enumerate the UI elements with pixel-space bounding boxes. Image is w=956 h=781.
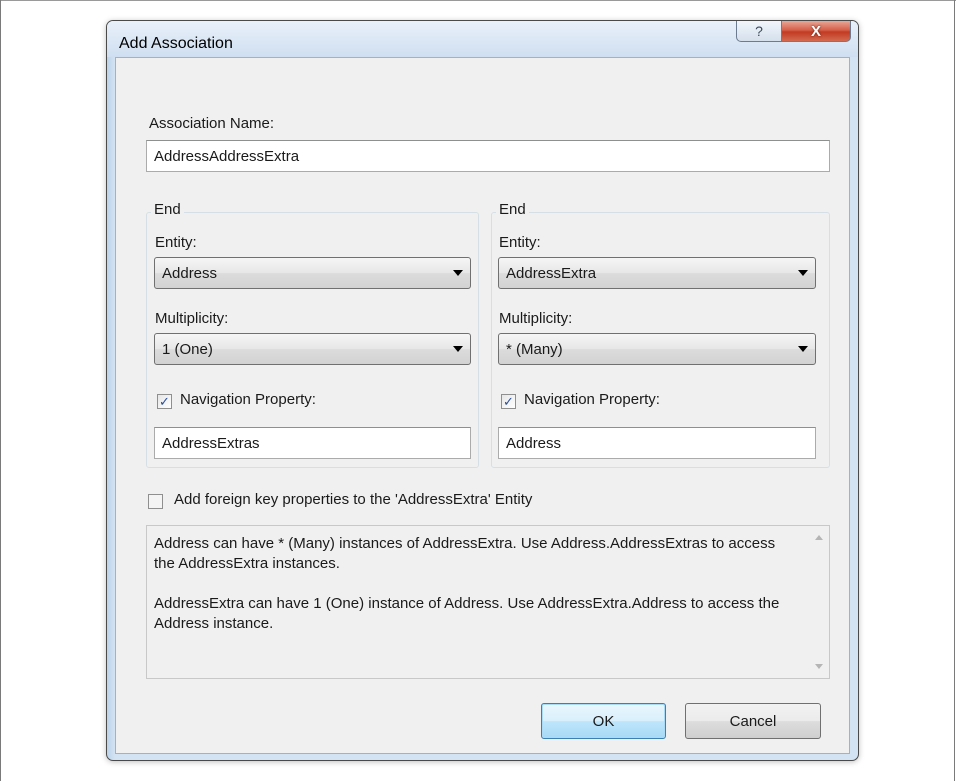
- entity-label-left: Entity:: [155, 234, 197, 251]
- add-association-dialog: Add Association ? X Association Name: Ad…: [106, 20, 859, 761]
- association-description-box[interactable]: Address can have * (Many) instances of A…: [146, 525, 830, 679]
- description-line-2: AddressExtra can have 1 (One) instance o…: [154, 595, 780, 632]
- description-line-1: Address can have * (Many) instances of A…: [154, 535, 776, 572]
- cancel-button[interactable]: Cancel: [685, 703, 821, 739]
- association-name-label: Association Name:: [149, 115, 275, 132]
- title-bar[interactable]: Add Association ? X: [107, 21, 858, 57]
- chevron-down-icon: [798, 346, 808, 352]
- description-scrollbar[interactable]: [810, 527, 828, 677]
- navigation-property-label-right: Navigation Property:: [524, 391, 660, 408]
- navigation-property-value-left: AddressExtras: [162, 434, 260, 452]
- close-button[interactable]: X: [781, 21, 851, 42]
- multiplicity-select-right[interactable]: * (Many): [498, 333, 816, 365]
- entity-select-left-value: Address: [162, 264, 218, 282]
- chevron-down-icon: [453, 346, 463, 352]
- multiplicity-label-left: Multiplicity:: [155, 310, 229, 327]
- scroll-down-arrow-icon[interactable]: [815, 664, 823, 669]
- help-icon: ?: [755, 23, 763, 39]
- dialog-title: Add Association: [119, 35, 233, 52]
- help-button[interactable]: ?: [736, 21, 782, 42]
- multiplicity-select-left[interactable]: 1 (One): [154, 333, 471, 365]
- association-description-text: Address can have * (Many) instances of A…: [154, 534, 794, 654]
- navigation-property-label-left: Navigation Property:: [180, 391, 316, 408]
- page-left-border: [0, 0, 1, 781]
- page-top-border: [0, 0, 956, 1]
- end-group-left-legend: End: [151, 201, 184, 218]
- multiplicity-label-right: Multiplicity:: [499, 310, 573, 327]
- navigation-property-input-right[interactable]: Address: [498, 427, 816, 459]
- navigation-property-checkbox-right[interactable]: ✓: [501, 394, 516, 409]
- navigation-property-checkbox-left[interactable]: ✓: [157, 394, 172, 409]
- page-right-border: [954, 0, 955, 781]
- checkmark-icon: ✓: [159, 394, 170, 409]
- dialog-content: Association Name: AddressAddressExtra En…: [115, 57, 850, 754]
- chevron-down-icon: [453, 270, 463, 276]
- multiplicity-select-right-value: * (Many): [506, 340, 563, 358]
- scroll-up-arrow-icon[interactable]: [815, 535, 823, 540]
- association-name-value: AddressAddressExtra: [154, 147, 300, 165]
- association-name-input[interactable]: AddressAddressExtra: [146, 140, 830, 172]
- ok-button[interactable]: OK: [541, 703, 666, 739]
- entity-select-right-value: AddressExtra: [506, 264, 597, 282]
- entity-select-right[interactable]: AddressExtra: [498, 257, 816, 289]
- chevron-down-icon: [798, 270, 808, 276]
- checkmark-icon: ✓: [503, 394, 514, 409]
- foreign-key-checkbox[interactable]: [148, 494, 163, 509]
- foreign-key-label: Add foreign key properties to the 'Addre…: [174, 491, 533, 508]
- multiplicity-select-left-value: 1 (One): [162, 340, 213, 358]
- close-icon: X: [810, 22, 821, 40]
- navigation-property-input-left[interactable]: AddressExtras: [154, 427, 471, 459]
- navigation-property-value-right: Address: [506, 434, 562, 452]
- entity-label-right: Entity:: [499, 234, 541, 251]
- end-group-right-legend: End: [496, 201, 529, 218]
- entity-select-left[interactable]: Address: [154, 257, 471, 289]
